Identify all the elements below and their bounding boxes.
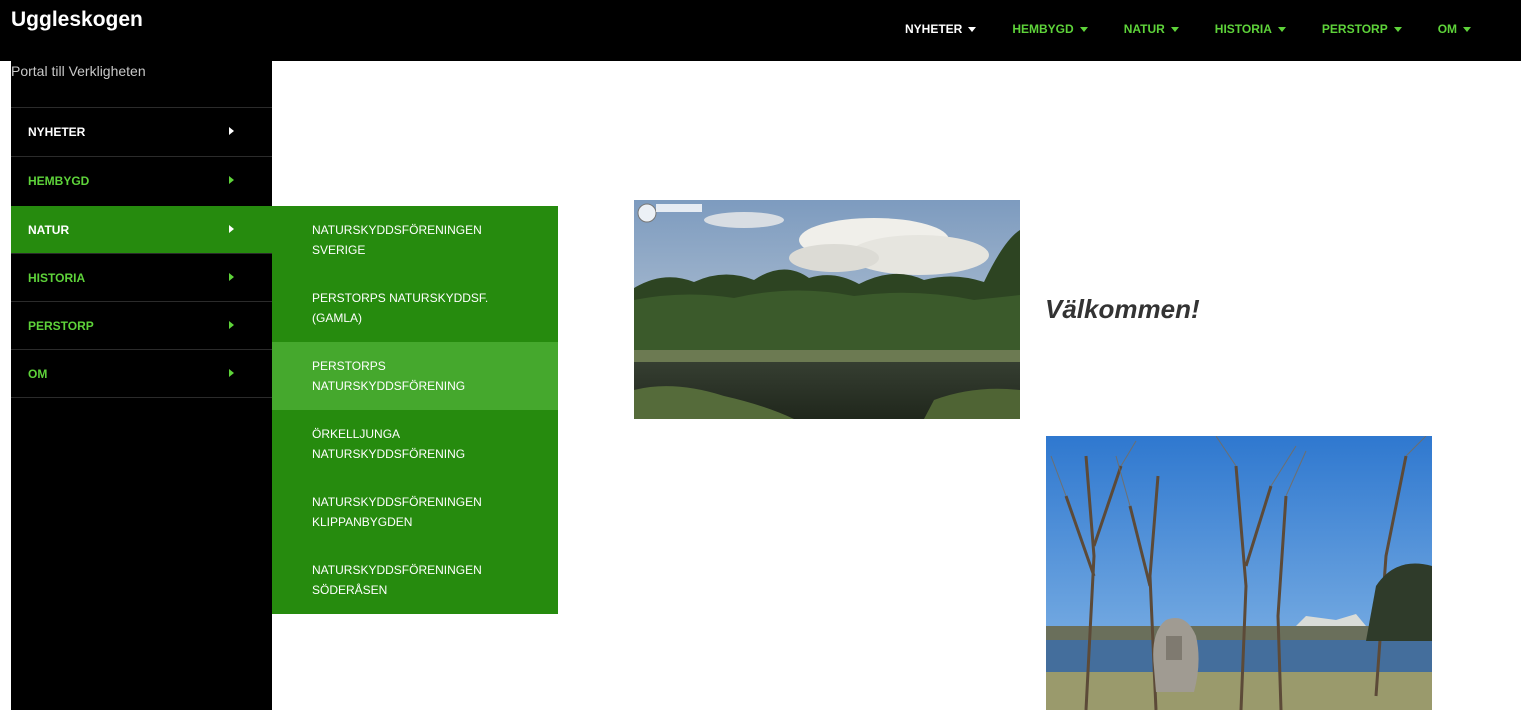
caret-down-icon <box>1463 26 1472 32</box>
sidebar-item-hembygd[interactable]: HEMBYGD <box>11 156 272 204</box>
caret-down-icon <box>1170 26 1179 32</box>
sidebar-item-natur[interactable]: NATUR <box>11 206 272 254</box>
sidebar-item-label: HISTORIA <box>28 270 86 285</box>
topnav-label: OM <box>1437 22 1458 36</box>
sidebar-item-label: HEMBYGD <box>28 173 90 188</box>
submenu-item[interactable]: ÖRKELLJUNGA NATURSKYDDSFÖRENING <box>272 410 558 478</box>
topnav-label: HISTORIA <box>1214 22 1272 36</box>
topnav-nyheter[interactable]: NYHETER <box>905 22 977 36</box>
lake-streetview-image[interactable] <box>634 200 1020 419</box>
top-bar: Uggleskogen NYHETER HEMBYGD NATUR HISTOR… <box>0 0 1521 61</box>
submenu-item-line2: NATURSKYDDSFÖRENING <box>312 447 466 461</box>
submenu-item[interactable]: NATURSKYDDSFÖRENINGEN KLIPPANBYGDEN <box>272 478 558 546</box>
sidebar-divider <box>11 397 272 398</box>
caret-right-icon <box>229 225 234 233</box>
topnav-historia[interactable]: HISTORIA <box>1215 22 1286 36</box>
topnav-perstorp[interactable]: PERSTORP <box>1322 22 1402 36</box>
sidebar-item-nyheter[interactable]: NYHETER <box>11 107 272 155</box>
submenu-item-line2: SVERIGE <box>312 243 366 257</box>
caret-down-icon <box>1079 26 1088 32</box>
submenu-item[interactable]: NATURSKYDDSFÖRENINGEN SÖDERÅSEN <box>272 546 558 614</box>
top-navigation: NYHETER HEMBYGD NATUR HISTORIA PERSTORP … <box>905 22 1507 36</box>
sidebar-item-om[interactable]: OM <box>11 349 272 397</box>
submenu-item-highlighted[interactable]: PERSTORPS NATURSKYDDSFÖRENING <box>272 342 558 410</box>
sidebar-item-label: OM <box>28 366 48 381</box>
sidebar-item-historia[interactable]: HISTORIA <box>11 253 272 301</box>
sidebar-item-label: NATUR <box>28 223 70 237</box>
submenu-item-line2: KLIPPANBYGDEN <box>312 515 413 529</box>
submenu-item[interactable]: PERSTORPS NATURSKYDDSF. (GAMLA) <box>272 274 558 342</box>
sidebar-item-label: PERSTORP <box>28 318 94 333</box>
sidebar: NYHETER HEMBYGD NATUR HISTORIA PERSTORP … <box>11 61 272 710</box>
topnav-label: PERSTORP <box>1321 22 1388 36</box>
submenu-item-line1: PERSTORPS <box>312 359 386 373</box>
submenu-item-line2: SÖDERÅSEN <box>312 583 388 597</box>
caret-right-icon <box>229 127 234 135</box>
topnav-natur[interactable]: NATUR <box>1124 22 1179 36</box>
sidebar-item-label: NYHETER <box>28 124 86 139</box>
caret-right-icon <box>229 273 234 281</box>
site-tagline: Portal till Verkligheten <box>11 63 146 79</box>
caret-right-icon <box>229 369 234 377</box>
topnav-label: NYHETER <box>905 22 963 36</box>
site-title[interactable]: Uggleskogen <box>11 8 143 32</box>
submenu-item-line1: NATURSKYDDSFÖRENINGEN <box>312 223 482 237</box>
submenu-item-line1: NATURSKYDDSFÖRENINGEN <box>312 563 482 577</box>
lake-stone-image[interactable] <box>1046 436 1432 710</box>
caret-down-icon <box>1277 26 1286 32</box>
submenu-item-line2: (GAMLA) <box>312 311 363 325</box>
topnav-hembygd[interactable]: HEMBYGD <box>1012 22 1088 36</box>
caret-right-icon <box>229 176 234 184</box>
caret-right-icon <box>229 321 234 329</box>
sidebar-item-perstorp[interactable]: PERSTORP <box>11 301 272 349</box>
topnav-label: NATUR <box>1123 22 1165 36</box>
submenu-item-line2: NATURSKYDDSFÖRENING <box>312 379 466 393</box>
submenu-item-line1: PERSTORPS NATURSKYDDSF. <box>312 291 489 305</box>
caret-down-icon <box>968 26 977 32</box>
natur-submenu: NATURSKYDDSFÖRENINGEN SVERIGE PERSTORPS N… <box>272 206 558 614</box>
submenu-item-line1: ÖRKELLJUNGA <box>312 427 401 441</box>
caret-down-icon <box>1393 26 1402 32</box>
welcome-heading: Välkommen! <box>1045 294 1200 324</box>
submenu-item-line1: NATURSKYDDSFÖRENINGEN <box>312 495 482 509</box>
topnav-label: HEMBYGD <box>1012 22 1074 36</box>
submenu-item[interactable]: NATURSKYDDSFÖRENINGEN SVERIGE <box>272 206 558 274</box>
topnav-om[interactable]: OM <box>1437 22 1472 36</box>
